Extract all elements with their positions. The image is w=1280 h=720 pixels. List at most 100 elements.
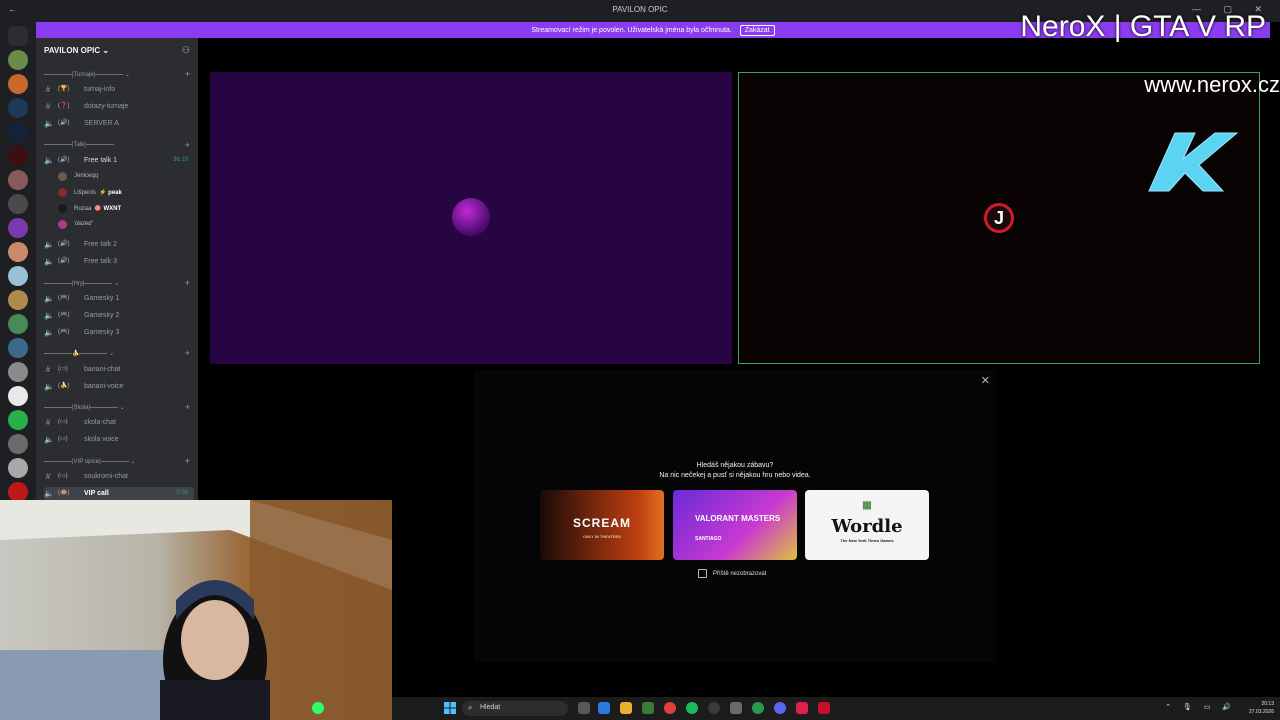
server-icon[interactable] — [8, 242, 28, 262]
invite-icon[interactable]: ⚇ — [182, 45, 190, 56]
server-icon[interactable] — [8, 266, 28, 286]
server-icon[interactable] — [8, 74, 28, 94]
add-channel-icon: + — [184, 348, 190, 358]
discord-home-icon[interactable] — [8, 26, 28, 46]
task-view-icon[interactable] — [578, 702, 590, 714]
avatar — [58, 220, 67, 229]
app-icon[interactable] — [818, 702, 830, 714]
file-explorer-icon[interactable] — [620, 702, 632, 714]
hash-icon: # — [45, 102, 51, 111]
channel-vip-call[interactable]: 🔈 (🐵) VIP call 0:39 — [44, 487, 194, 501]
obs-icon[interactable] — [708, 702, 720, 714]
channel-server-a[interactable]: 🔈 (🔊) SERVER A — [44, 117, 194, 131]
hash-icon: # — [45, 365, 51, 374]
add-channel-icon: + — [184, 402, 190, 412]
app-icon[interactable] — [730, 702, 742, 714]
disable-streamer-mode-button[interactable]: Zakázat — [739, 25, 775, 36]
server-icon[interactable] — [8, 122, 28, 142]
server-icon[interactable] — [8, 218, 28, 238]
activity-card-scream[interactable]: SCREAM ONLY IN THEATERS — [540, 490, 664, 560]
add-channel-icon: + — [184, 140, 190, 150]
speaker-icon: 🔈 — [44, 156, 54, 165]
discord-icon[interactable] — [774, 702, 786, 714]
copilot-icon[interactable] — [598, 702, 610, 714]
server-icon[interactable] — [8, 194, 28, 214]
store-icon[interactable] — [642, 702, 654, 714]
hash-icon: # — [45, 418, 51, 427]
category-header[interactable]: |Talk| + — [44, 140, 192, 150]
stream-overlay-title: NeroX | GTA V RP — [1020, 10, 1266, 43]
channel-gamesky-1[interactable]: 🔈 (🎮) Gamesky 1 — [44, 292, 194, 306]
channel-banani-voice[interactable]: 🔈 (🍌) banani-voice — [44, 380, 194, 394]
channel-free-talk-1[interactable]: 🔈 (🔊) Free talk 1 36:19 — [44, 154, 194, 168]
speaker-icon: 🔈 — [44, 257, 54, 266]
server-icon[interactable] — [8, 362, 28, 382]
avatar — [58, 188, 67, 197]
nerox-logo — [1148, 132, 1239, 192]
avatar: J — [984, 203, 1014, 233]
speaker-icon: 🔈 — [44, 489, 54, 498]
avatar — [452, 198, 490, 236]
webcam-feed — [0, 500, 392, 720]
taskbar-clock[interactable]: 20:13 27.03.2026 — [1249, 700, 1274, 716]
speaker-icon: 🔈 — [44, 435, 54, 444]
system-tray[interactable]: ⌃ 🎙 ▭ 🔊 — [1165, 703, 1236, 711]
server-icon[interactable] — [8, 482, 28, 502]
video-tile[interactable] — [210, 72, 732, 364]
channel-free-talk-3[interactable]: 🔈 (🔊) Free talk 3 — [44, 255, 194, 269]
category-header[interactable]: |VIP opice| ⌄ + — [44, 456, 192, 466]
channel-banani-chat[interactable]: # (▭) banani-chat — [44, 363, 194, 377]
spotify-icon[interactable] — [686, 702, 698, 714]
chrome-icon[interactable] — [664, 702, 676, 714]
voice-user[interactable]: Jeniceqq — [50, 170, 190, 184]
video-tile-speaking[interactable]: J — [738, 72, 1260, 364]
channel-soukromi-chat[interactable]: # (▭) soukromi-chat — [44, 470, 194, 484]
speaker-icon: 🔈 — [44, 382, 54, 391]
category-header[interactable]: 🍌 ⌄ + — [44, 348, 192, 358]
activity-subheading: Na nic nečekej a pusť si nějakou hru neb… — [659, 472, 811, 479]
channel-gamesky-2[interactable]: 🔈 (🎮) Gamesky 2 — [44, 309, 194, 323]
server-name[interactable]: PAVILON OPIC ⌄ — [44, 46, 109, 55]
voice-user[interactable]: 'dazed' — [50, 218, 190, 232]
server-icon[interactable] — [8, 146, 28, 166]
category-header[interactable]: |Hry| ⌄ + — [44, 278, 192, 288]
activity-heading: Hledáš nějakou zábavu? — [696, 462, 774, 469]
server-icon[interactable] — [8, 170, 28, 190]
voice-user[interactable]: Lišpenis ⚡ peak — [50, 186, 190, 200]
speaker-icon: 🔈 — [44, 294, 54, 303]
activity-card-wordle[interactable]: ▦ Wordle The New York Times Games — [805, 490, 929, 560]
taskbar-search[interactable]: ⌕ Hledat — [462, 701, 568, 716]
avatar — [58, 204, 67, 213]
channel-dotazy-turnaje[interactable]: # (❓) dotazy-turnaje — [44, 100, 194, 114]
server-icon[interactable] — [8, 410, 28, 430]
channel-free-talk-2[interactable]: 🔈 (🔊) Free talk 2 — [44, 238, 194, 252]
channel-skola-voice[interactable]: 🔈 (▭) skola voice — [44, 433, 194, 447]
voice-user[interactable]: Ruzaa 🎯 WXNT — [50, 202, 190, 216]
dont-show-again-checkbox[interactable]: Příště nezobrazovat — [698, 569, 766, 578]
server-rail — [0, 22, 36, 502]
windows-start-icon[interactable] — [444, 702, 456, 714]
category-header[interactable]: |Turnaje| ⌄ + — [44, 69, 192, 79]
channel-skola-chat[interactable]: # (▭) skola-chat — [44, 416, 194, 430]
server-icon[interactable] — [8, 386, 28, 406]
tiktok-icon[interactable] — [796, 702, 808, 714]
server-icon[interactable] — [8, 314, 28, 334]
category-header[interactable]: |Skola| ⌄ + — [44, 402, 192, 412]
server-icon[interactable] — [8, 50, 28, 70]
server-icon[interactable] — [8, 458, 28, 478]
add-channel-icon: + — [184, 278, 190, 288]
server-icon[interactable] — [8, 98, 28, 118]
server-icon[interactable] — [8, 290, 28, 310]
server-icon[interactable] — [8, 434, 28, 454]
speaker-icon: 🔈 — [44, 311, 54, 320]
browser-icon[interactable] — [752, 702, 764, 714]
add-channel-icon: + — [184, 69, 190, 79]
server-icon[interactable] — [8, 338, 28, 358]
channel-gamesky-3[interactable]: 🔈 (🎮) Gamesky 3 — [44, 326, 194, 340]
activity-card-valorant[interactable]: VALORANT MASTERS SANTIAGO — [673, 490, 797, 560]
add-channel-icon: + — [184, 456, 190, 466]
close-icon[interactable]: ✕ — [981, 374, 990, 387]
hash-icon: # — [45, 85, 51, 94]
activity-suggestion-panel: ✕ Hledáš nějakou zábavu? Na nic nečekej … — [474, 370, 996, 662]
channel-turnaj-info[interactable]: # (🏆) turnaj-info — [44, 83, 194, 97]
